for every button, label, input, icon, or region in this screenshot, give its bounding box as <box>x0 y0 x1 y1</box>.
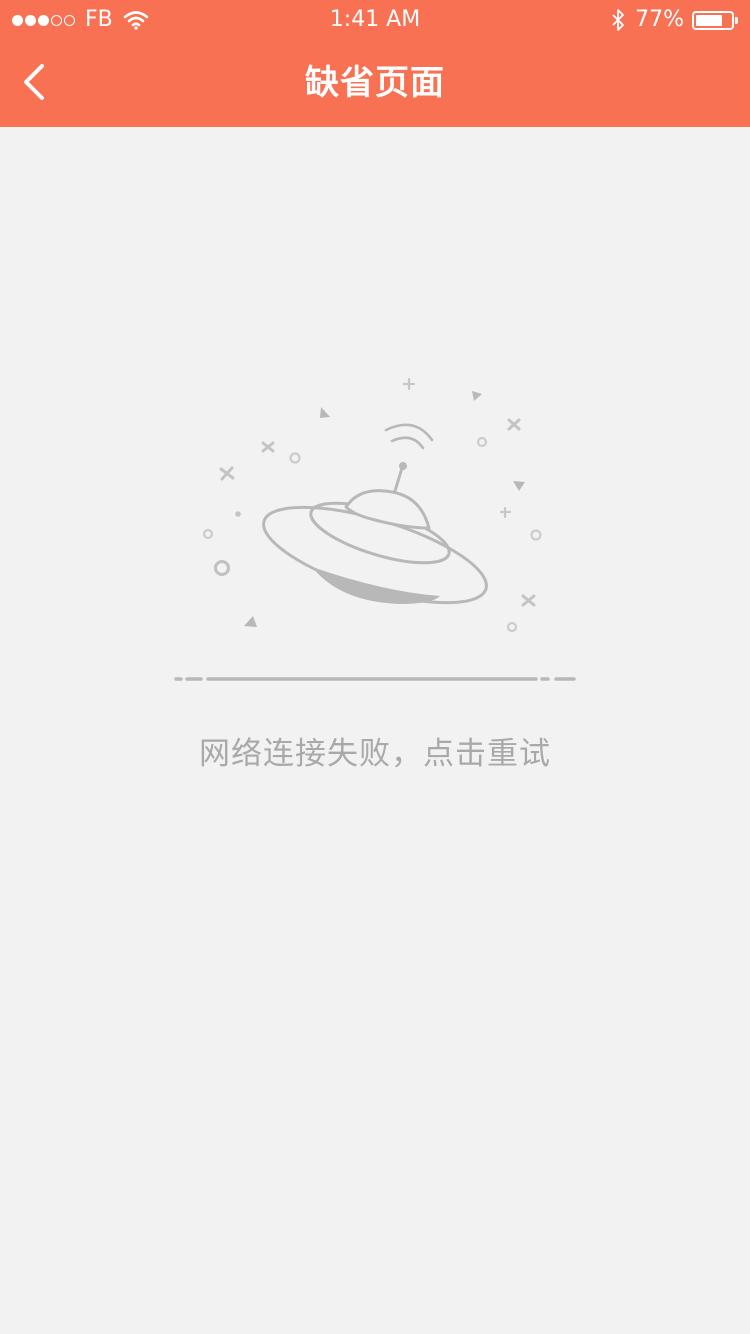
app-header: FB 1:41 AM 77% 缺省页面 <box>0 0 750 127</box>
battery-percent: 77% <box>635 7 684 32</box>
empty-state-illustration <box>170 370 580 690</box>
page-title: 缺省页面 <box>305 63 445 103</box>
status-bar: FB 1:41 AM 77% <box>0 0 750 40</box>
battery-level <box>696 14 723 26</box>
ufo-icon <box>174 377 576 681</box>
battery-tip <box>735 16 738 24</box>
status-right: 77% <box>611 0 738 40</box>
battery-icon <box>692 10 734 30</box>
retry-message[interactable]: 网络连接失败，点击重试 <box>0 728 750 780</box>
nav-bar: 缺省页面 <box>0 40 750 127</box>
bluetooth-icon <box>612 9 624 31</box>
